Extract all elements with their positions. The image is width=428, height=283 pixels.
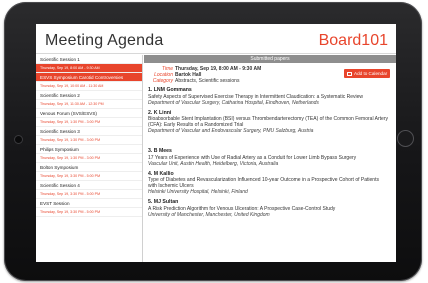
paper-item[interactable]: 4. M Kallio Type of Diabetes and Revascul… [148,171,396,196]
session-time: Thursday, Sep 19, 10:00 AM - 11:30 AM [36,82,142,91]
home-button[interactable] [397,130,414,147]
paper-affiliation: Vascular Unit, Austin Health, Heidelberg… [148,160,279,167]
page-title: Meeting Agenda [45,32,164,49]
detail-header: Submitted papers [144,55,396,63]
session-time: Thursday, Sep 19, 3:30 PM - 5:00 PM [36,190,142,199]
session-time: Thursday, Sep 19, 8:00 AM - 9:30 AM [36,64,142,73]
paper-item[interactable]: 3. B Mees 17 Years of Experience with Use… [148,148,396,167]
paper-title: Safety Aspects of Supervised Exercise Th… [148,93,364,100]
paper-item[interactable]: 1. LNM Gommans Safety Aspects of Supervis… [148,87,396,106]
paper-affiliation: University of Manchester, Manchester, Un… [148,211,270,218]
session-list[interactable]: Scientific Session 1 Thursday, Sep 19, 8:… [36,55,143,262]
session-time: Thursday, Sep 19, 3:30 PM - 5:00 PM [36,172,142,181]
paper-affiliation: Department of Vascular Surgery, Catharin… [148,99,319,106]
add-to-calendar-label: Add to Calendar [354,71,388,76]
session-time: Thursday, Sep 19, 3:30 PM - 5:00 PM [36,208,142,217]
paper-affiliation: Helsinki University Hospital, Helsinki, … [148,189,248,195]
app-screen: Meeting Agenda Board101 Scientific Sessi… [36,24,396,262]
paper-title: Bioabsorbable Stent Implantation (BSI) v… [148,116,389,128]
paper-title: 17 Years of Experience with Use of Radia… [148,154,357,161]
brand-logo[interactable]: Board101 [319,32,388,50]
session-time: Thursday, Sep 19, 1:30 PM - 3:00 PM [36,136,142,145]
session-item[interactable]: Bolton Symposium [36,163,142,172]
session-time: Thursday, Sep 19, 1:30 PM - 3:00 PM [36,154,142,163]
session-item[interactable]: ESVS Symposium Carotid Controversies [36,73,142,82]
category-label: Category [152,78,173,84]
add-to-calendar-button[interactable]: Add to Calendar [344,69,390,78]
session-item[interactable]: Scientific Session 1 [36,55,142,64]
paper-list: 1. LNM Gommans Safety Aspects of Supervis… [144,85,396,218]
paper-item[interactable]: 5. MJ Sultan A Risk Prediction Algorithm … [148,199,396,218]
session-time: Thursday, Sep 19, 1:30 PM - 3:00 PM [36,118,142,127]
session-item[interactable]: EVST Session [36,199,142,208]
session-item[interactable]: Scientific Session 2 [36,91,142,100]
paper-title: Type of Diabetes and Revascularization I… [148,177,379,189]
paper-affiliation: Department of Vascular and Endovascular … [148,128,314,134]
session-item[interactable]: Scientific Session 4 [36,181,142,190]
session-time: Thursday, Sep 19, 11:30 AM - 12:30 PM [36,100,142,109]
calendar-icon [347,71,352,77]
paper-item[interactable]: 2. K Linni Bioabsorbable Stent Implantati… [148,110,396,135]
category-value: Abstracts, Scientific sessions [175,78,240,84]
session-item[interactable]: Venous Forum (SVS/ESVS) [36,109,142,118]
paper-gap [148,138,396,148]
session-item[interactable]: Philips Symposium [36,145,142,154]
app-header: Meeting Agenda Board101 [36,24,396,54]
session-detail: Submitted papers Time Thursday, Sep 19, 8… [144,55,396,262]
camera-icon [15,136,22,143]
session-item[interactable]: Scientific Session 3 [36,127,142,136]
session-meta: Time Thursday, Sep 19, 8:00 AM - 9:30 AM … [144,63,396,85]
